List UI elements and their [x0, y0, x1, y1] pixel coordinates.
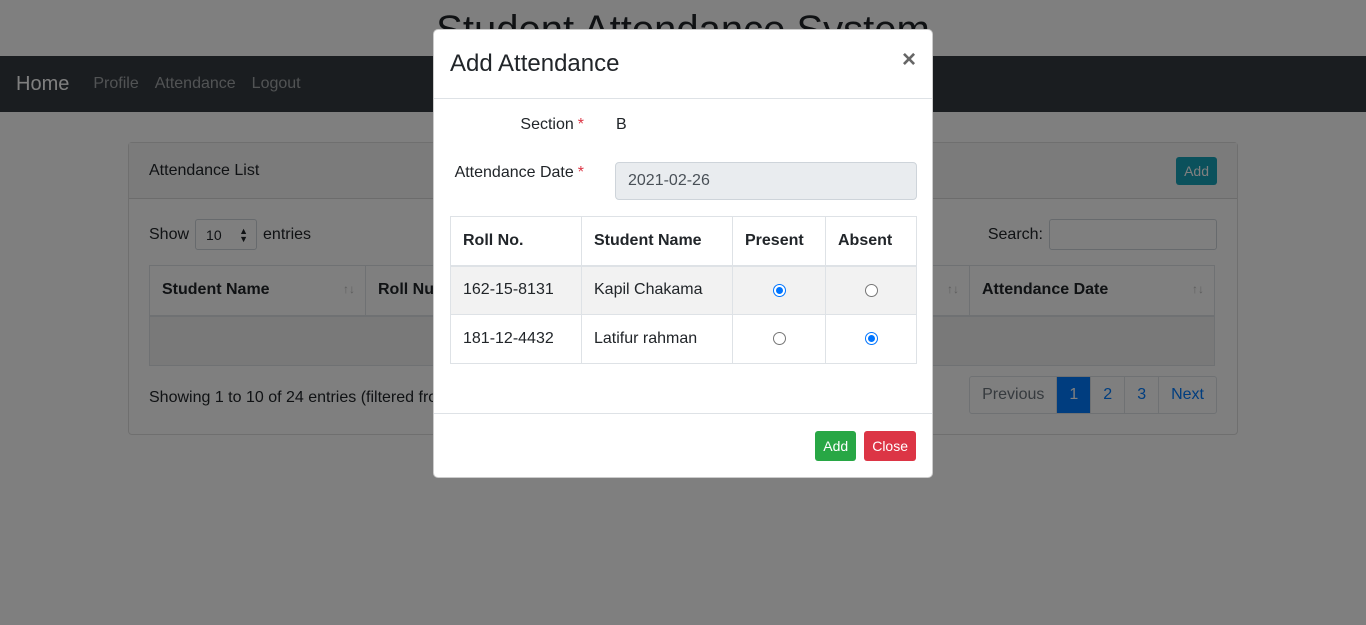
close-button[interactable]: Close [864, 431, 916, 461]
absent-header: Absent [825, 216, 917, 267]
modal-footer: Add Close [434, 413, 932, 478]
add-button[interactable]: Add [815, 431, 857, 461]
roll-header: Roll No. [450, 216, 582, 267]
date-label: Attendance Date * [450, 164, 600, 182]
present-radio[interactable] [772, 283, 786, 297]
name-header: Student Name [581, 216, 733, 267]
absent-radio[interactable] [864, 332, 878, 346]
table-row: 162-15-8131 Kapil Chakama [450, 265, 917, 315]
absent-radio[interactable] [864, 283, 878, 297]
present-cell [732, 265, 826, 315]
attendance-date-field[interactable]: 2021-02-26 [615, 162, 917, 200]
modal-title: Add Attendance [450, 50, 620, 77]
date-label-text: Attendance Date [454, 164, 574, 181]
absent-cell [825, 314, 917, 364]
section-value: B [616, 116, 627, 133]
absent-cell [825, 265, 917, 315]
close-icon[interactable]: × [902, 48, 916, 72]
table-header-row: Roll No. Student Name Present Absent [450, 216, 917, 267]
date-row: Attendance Date * [450, 164, 600, 182]
section-label-text: Section [520, 116, 574, 133]
roll-cell: 181-12-4432 [450, 314, 582, 364]
add-attendance-modal: Add Attendance × Section * B Attendance D… [433, 29, 933, 478]
required-mark: * [577, 164, 584, 181]
section-label: Section * [450, 116, 600, 134]
present-radio[interactable] [772, 332, 786, 346]
required-mark: * [577, 116, 584, 133]
name-cell: Kapil Chakama [581, 265, 733, 315]
table-row: 181-12-4432 Latifur rahman [450, 314, 917, 364]
student-attendance-table: Roll No. Student Name Present Absent 162… [450, 216, 917, 364]
modal-header: Add Attendance × [434, 30, 932, 99]
present-cell [732, 314, 826, 364]
present-header: Present [732, 216, 826, 267]
roll-cell: 162-15-8131 [450, 265, 582, 315]
section-row: Section * B [450, 116, 627, 134]
name-cell: Latifur rahman [581, 314, 733, 364]
